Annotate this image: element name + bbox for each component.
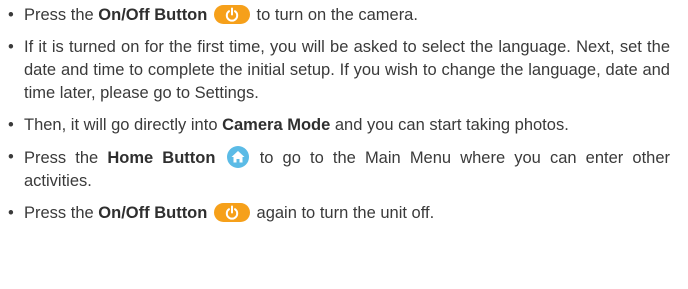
list-item: • If it is turned on for the first time,…: [8, 36, 670, 105]
item-text-post: to turn on the camera.: [251, 6, 418, 24]
on-off-button-label: On/Off Button: [98, 6, 208, 24]
list-item: • Press the Home Button to go to the Mai…: [8, 146, 670, 193]
power-icon: [213, 203, 250, 222]
bullet: •: [8, 38, 14, 56]
instruction-list: • Press the On/Off Button to turn on the…: [0, 0, 688, 225]
item-text-pre: Press the: [24, 204, 99, 222]
list-item: • Press the On/Off Button to turn on the…: [8, 4, 670, 27]
item-text-pre: Press the: [24, 6, 99, 24]
bullet: •: [8, 204, 14, 222]
item-text-pre: Press the: [24, 149, 108, 167]
power-icon: [213, 5, 250, 24]
camera-mode-label: Camera Mode: [222, 116, 331, 134]
bullet: •: [8, 116, 14, 134]
bullet: •: [8, 6, 14, 24]
item-text-post: and you can start taking photos.: [330, 116, 569, 134]
home-button-label: Home Button: [107, 149, 216, 167]
on-off-button-label: On/Off Button: [98, 204, 208, 222]
home-icon: [226, 146, 249, 168]
item-text-pre: Then, it will go directly into: [24, 116, 223, 134]
item-text-post: again to turn the unit off.: [251, 204, 435, 222]
list-item: • Press the On/Off Button again to turn …: [8, 202, 670, 225]
list-item: • Then, it will go directly into Camera …: [8, 114, 670, 137]
bullet: •: [8, 148, 14, 166]
item-text: If it is turned on for the first time, y…: [24, 38, 670, 102]
